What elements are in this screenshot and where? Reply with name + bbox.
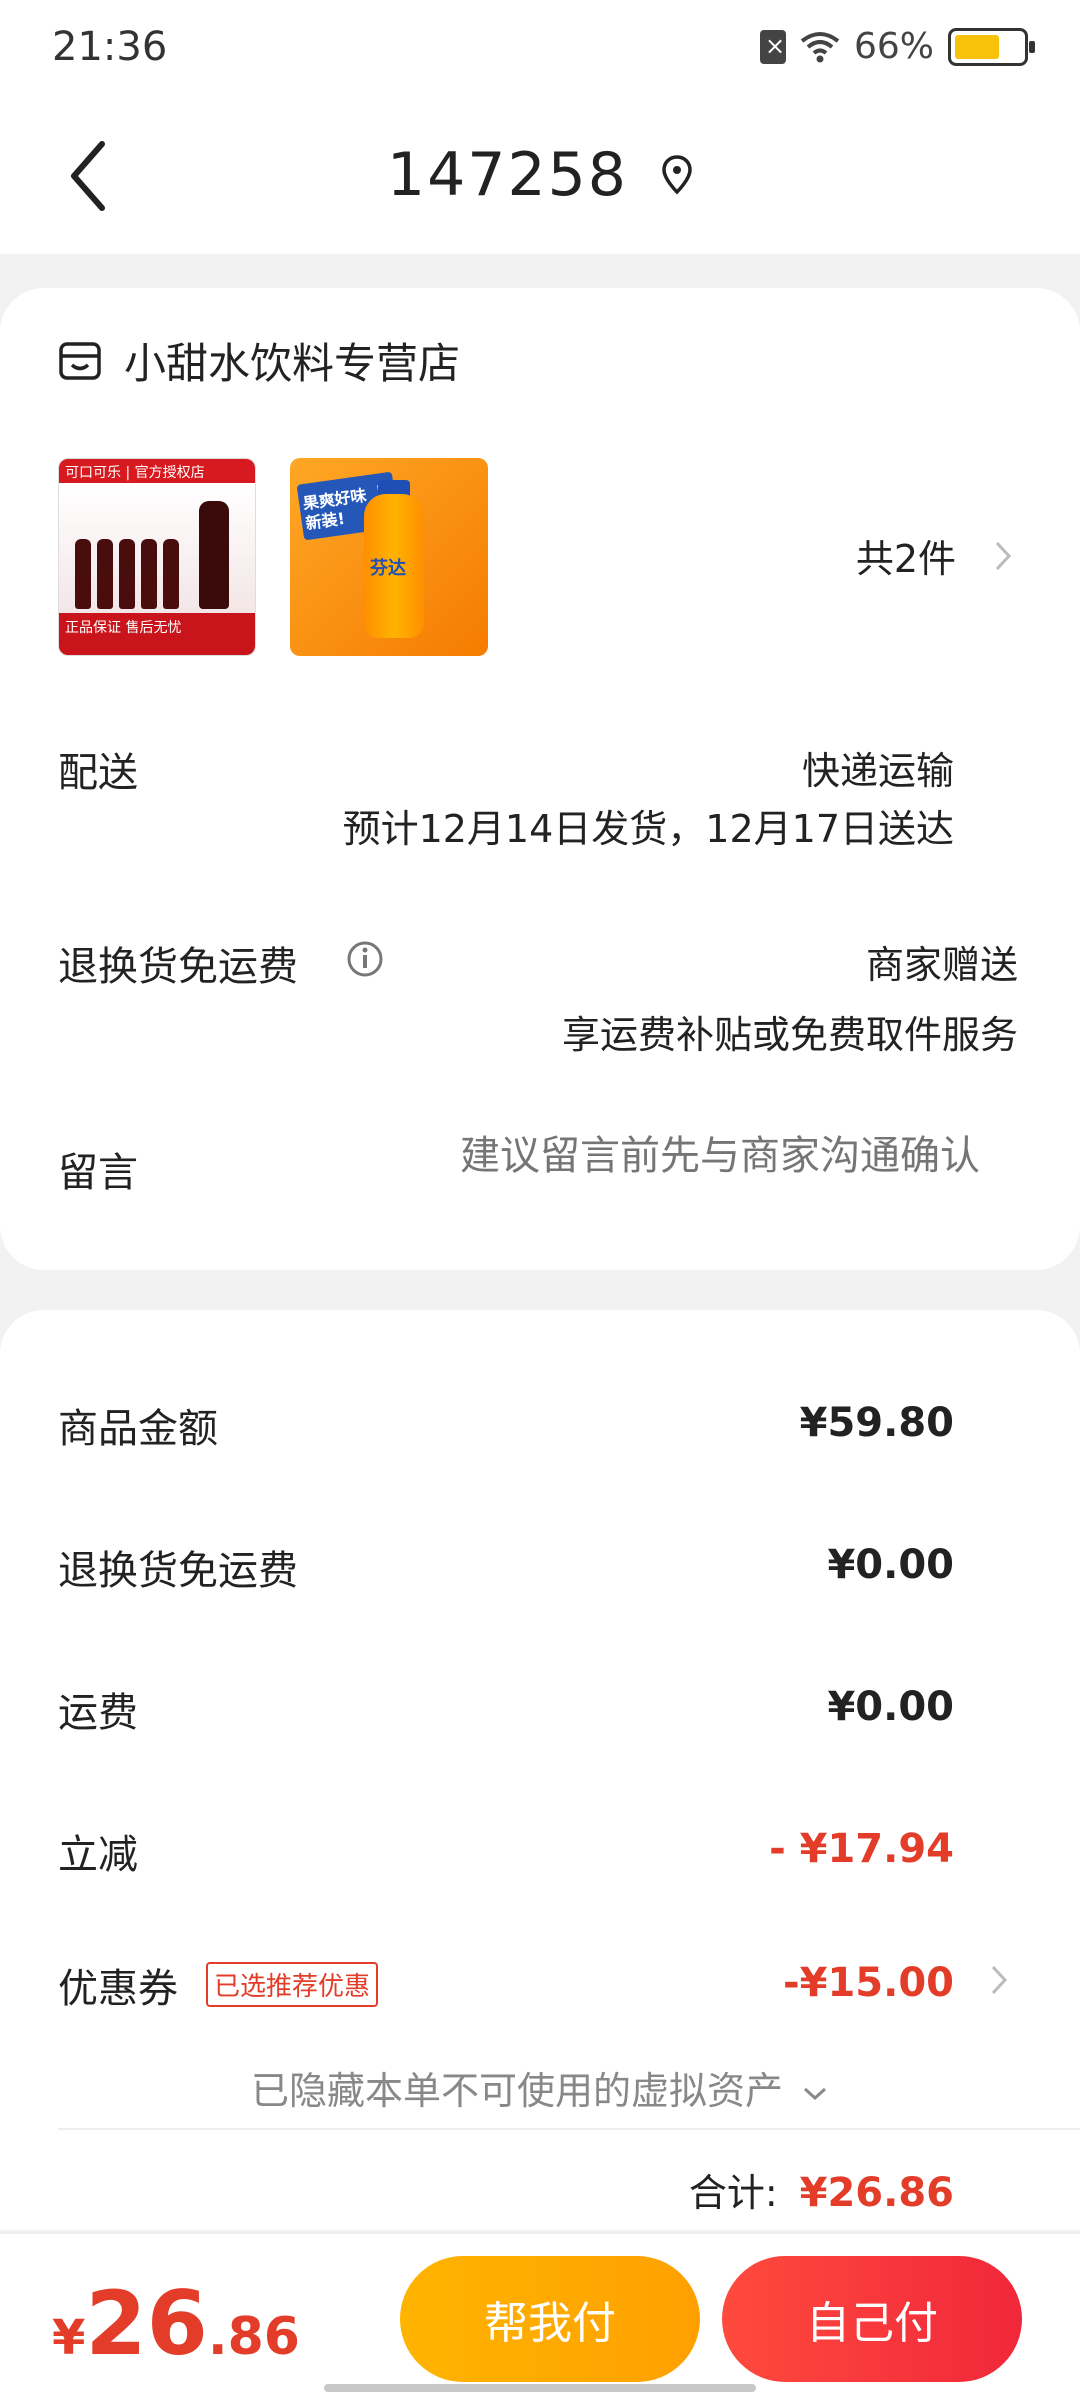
info-icon[interactable]: [346, 940, 384, 978]
shipping-fee-label: 运费: [58, 1690, 138, 1736]
goods-amount-label: 商品金额: [58, 1406, 218, 1452]
store-icon: [59, 341, 101, 380]
total-value: ¥26.86: [799, 2170, 954, 2216]
return-fee-value: ¥0.00: [827, 1542, 954, 1588]
delivery-label: 配送: [58, 750, 138, 796]
product-image-fanta[interactable]: 果爽好味 上新装! 芬达: [290, 458, 488, 656]
self-pay-button[interactable]: 自己付: [722, 2256, 1022, 2382]
battery-icon: [948, 27, 1035, 66]
no-sim-icon: [759, 29, 786, 64]
store-name: 小甜水饮料专营店: [124, 339, 461, 388]
pay-total: ¥26.86: [52, 2272, 300, 2375]
store-row[interactable]: 小甜水饮料专营店: [58, 330, 460, 391]
page-title: 147258: [386, 140, 628, 210]
battery-percent: 66%: [853, 26, 934, 67]
coupon-badge: 已选推荐优惠: [206, 1962, 379, 2007]
total-row: 合计: ¥26.86: [689, 2162, 954, 2217]
product-image-coke[interactable]: 可口可乐 | 官方授权店 正品保证 售后无忧: [58, 458, 256, 656]
chevron-down-icon: [804, 2087, 827, 2100]
coke-footer: 正品保证 售后无忧: [59, 613, 255, 655]
coupon-value[interactable]: -¥15.00: [783, 1960, 954, 2006]
coke-tag-text: 官方授权店: [134, 465, 205, 481]
hidden-assets-text: 已隐藏本单不可使用的虚拟资产: [250, 2069, 783, 2113]
chevron-right-icon: [995, 541, 1012, 570]
discount-label: 立减: [58, 1832, 138, 1878]
help-pay-button[interactable]: 帮我付: [400, 2256, 700, 2382]
return-shipping-desc: 享运费补贴或免费取件服务: [561, 1013, 1018, 1057]
message-input[interactable]: [380, 1134, 980, 1179]
title-wrap: 147258: [0, 140, 1080, 210]
header: 147258: [0, 100, 1080, 254]
home-indicator[interactable]: [324, 2384, 756, 2392]
status-bar: 21:36 66%: [0, 0, 1080, 100]
shipping-fee-value: ¥0.00: [827, 1684, 954, 1730]
battery-fill: [955, 34, 999, 59]
coke-footer-text: 正品保证 售后无忧: [65, 620, 182, 636]
discount-value: - ¥17.94: [769, 1826, 954, 1872]
hidden-assets-toggle[interactable]: 已隐藏本单不可使用的虚拟资产: [0, 2060, 1080, 2115]
total-label: 合计:: [688, 2171, 778, 2215]
return-shipping-label: 退换货免运费: [58, 944, 298, 990]
wifi-icon: [800, 31, 840, 62]
coke-brand-text: 可口可乐: [65, 465, 121, 481]
price-card: 商品金额 ¥59.80 退换货免运费 ¥0.00 运费 ¥0.00 立减 - ¥…: [0, 1310, 1080, 2230]
coupon-chevron-right-icon[interactable]: [990, 1964, 1008, 1996]
return-shipping-value: 商家赠送: [865, 943, 1018, 987]
delivery-eta: 预计12月14日发货，12月17日送达: [342, 807, 954, 851]
fanta-brand-text: 芬达: [370, 558, 406, 579]
coke-bottles: [59, 483, 255, 613]
coupon-label: 优惠券: [58, 1966, 178, 2012]
order-card: 小甜水饮料专营店 可口可乐 | 官方授权店 正品保证 售后无忧 果爽好味 上新装…: [0, 288, 1080, 1270]
location-pin-icon[interactable]: [661, 155, 693, 195]
goods-amount-value: ¥59.80: [799, 1400, 954, 1446]
status-time: 21:36: [52, 24, 168, 70]
return-fee-label: 退换货免运费: [58, 1548, 298, 1594]
bottom-bar: ¥26.86 帮我付 自己付: [0, 2232, 1080, 2400]
pay-amount-int: 26: [85, 2272, 208, 2375]
coke-brand-bar: 可口可乐 | 官方授权店: [59, 459, 255, 483]
delivery-method: 快递运输: [801, 749, 954, 793]
product-count: 共2件: [855, 537, 956, 581]
message-label: 留言: [58, 1150, 138, 1196]
pay-amount-dec: .86: [207, 2307, 300, 2367]
product-count-row[interactable]: 共2件: [856, 528, 1012, 583]
pay-currency: ¥: [52, 2310, 86, 2366]
status-icons: 66%: [759, 26, 1035, 67]
divider: [58, 2128, 1080, 2130]
